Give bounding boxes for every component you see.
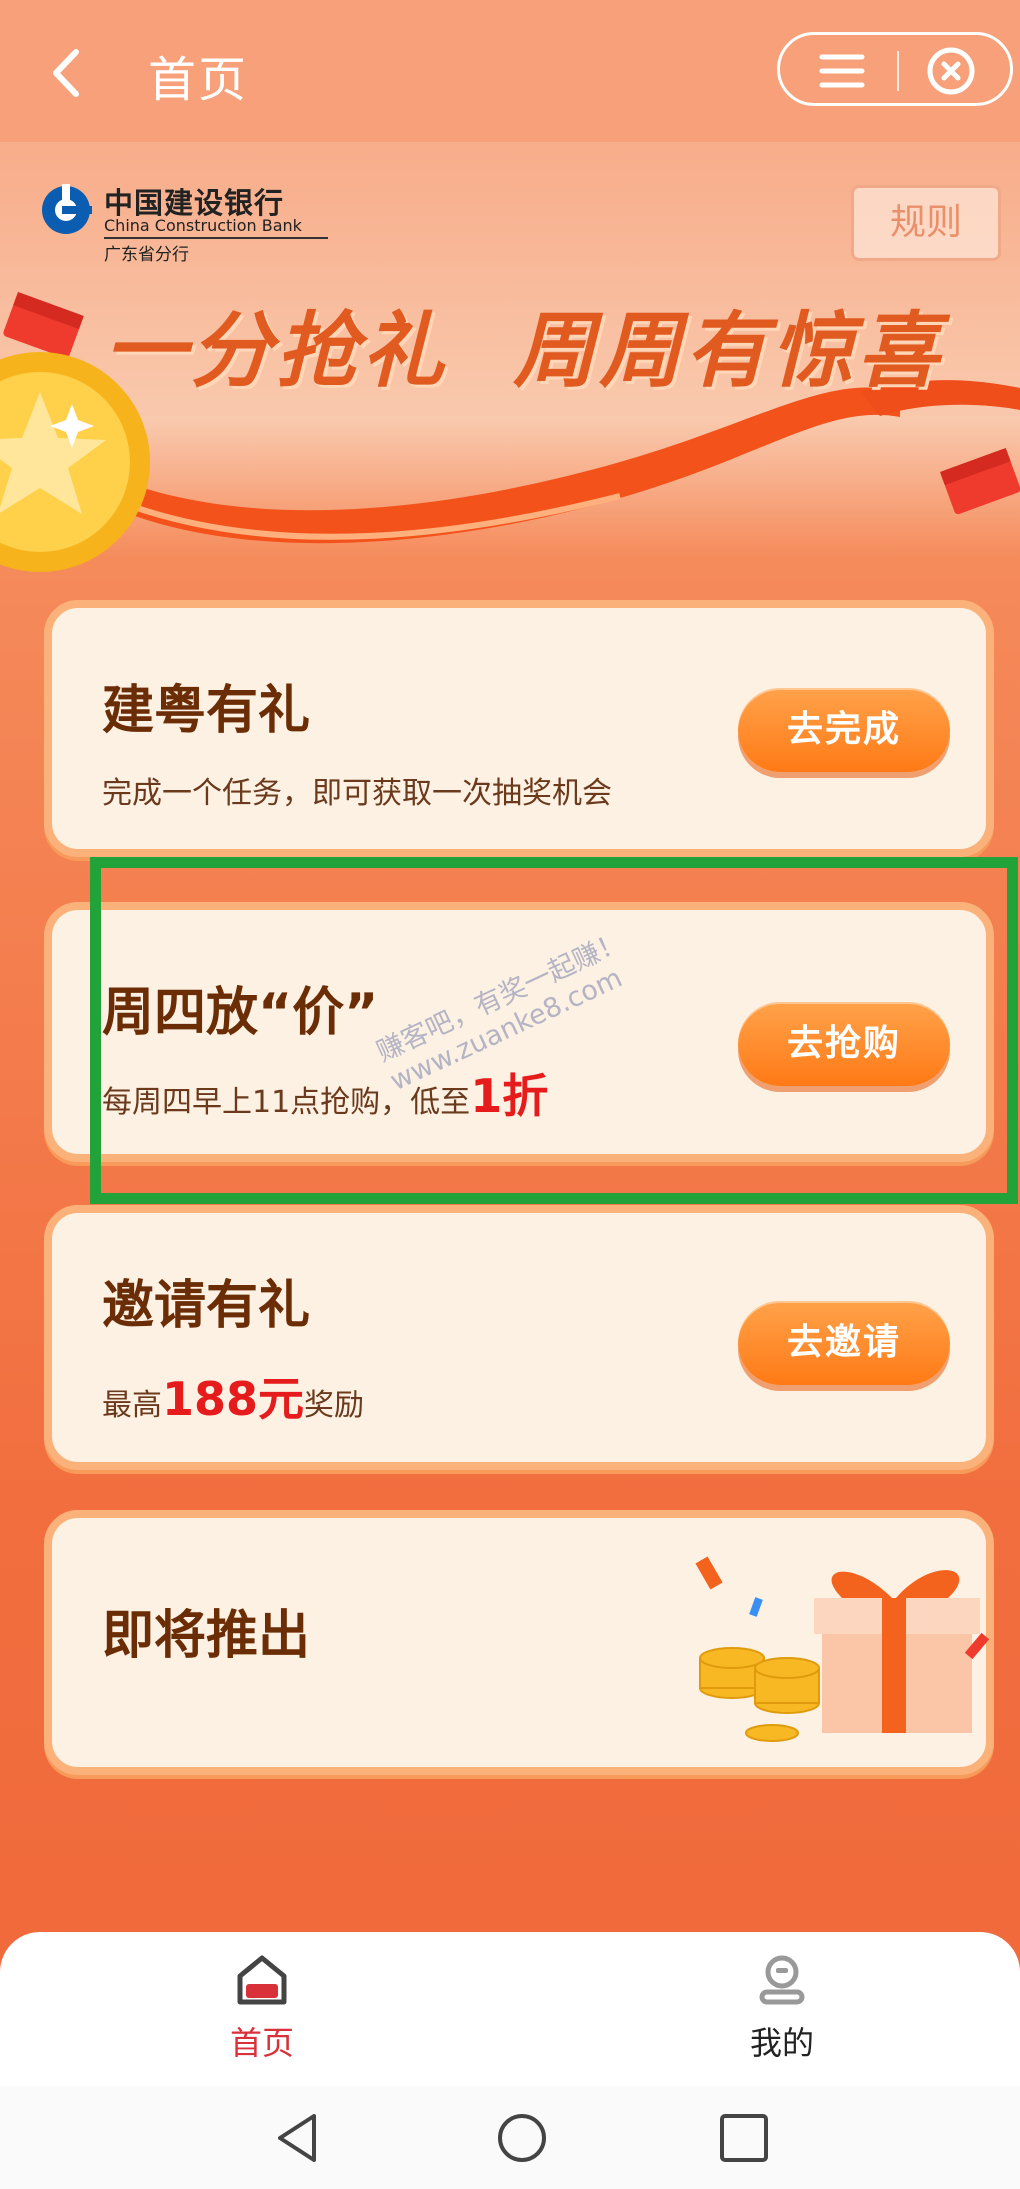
highlight-annotation-box <box>90 857 1018 1204</box>
card-description-suffix: 奖励 <box>304 1388 365 1423</box>
tab-profile[interactable]: 我的 <box>702 1950 862 2070</box>
gift-box-icon <box>695 1556 990 1742</box>
ccb-logo-icon <box>42 184 92 234</box>
tab-profile-label: 我的 <box>749 2024 814 2062</box>
menu-icon[interactable] <box>818 51 866 91</box>
top-nav-bar: 首页 <box>0 0 1020 142</box>
system-navigation-bar <box>0 2086 1020 2189</box>
logo-underline <box>104 237 328 239</box>
card-title: 邀请有礼 <box>102 1276 311 1336</box>
system-home-icon[interactable] <box>494 2110 550 2166</box>
bottom-tab-bar: 首页 我的 <box>0 1932 1020 2086</box>
complete-button[interactable]: 去完成 <box>738 688 950 772</box>
bank-logo: 中国建设银行 China Construction Bank 广东省分行 <box>40 180 340 265</box>
close-icon[interactable] <box>925 45 977 97</box>
reward-highlight: 188元 <box>162 1372 305 1426</box>
invite-card: 邀请有礼 最高188元奖励 去邀请 <box>44 1205 994 1470</box>
system-recents-icon[interactable] <box>716 2110 772 2166</box>
rules-button[interactable]: 规则 <box>851 185 1001 261</box>
card-title: 即将推出 <box>102 1606 311 1666</box>
bank-name-en: China Construction Bank <box>104 216 302 235</box>
bank-branch: 广东省分行 <box>104 245 189 265</box>
promo-banner: 中国建设银行 China Construction Bank 广东省分行 规则 … <box>0 142 1020 602</box>
card-description: 完成一个任务，即可获取一次抽奖机会 <box>102 776 612 811</box>
task-card: 建粤有礼 完成一个任务，即可获取一次抽奖机会 去完成 <box>44 600 994 857</box>
miniprogram-capsule <box>777 32 1013 106</box>
profile-icon <box>759 1955 805 2005</box>
invite-button[interactable]: 去邀请 <box>738 1301 950 1385</box>
back-arrow-icon[interactable] <box>42 38 92 108</box>
card-description-prefix: 最高 <box>102 1388 162 1423</box>
page-title: 首页 <box>148 52 249 108</box>
coming-soon-card: 即将推出 <box>44 1510 994 1775</box>
card-title: 建粤有礼 <box>102 681 311 741</box>
tab-home[interactable]: 首页 <box>182 1950 342 2070</box>
home-icon <box>237 1955 287 2005</box>
system-back-icon[interactable] <box>270 2110 326 2166</box>
tab-home-label: 首页 <box>229 2024 294 2062</box>
card-description: 最高188元奖励 <box>102 1363 364 1429</box>
capsule-divider <box>897 51 899 91</box>
banner-headline: 一分抢礼 周周有惊喜 <box>104 304 944 399</box>
